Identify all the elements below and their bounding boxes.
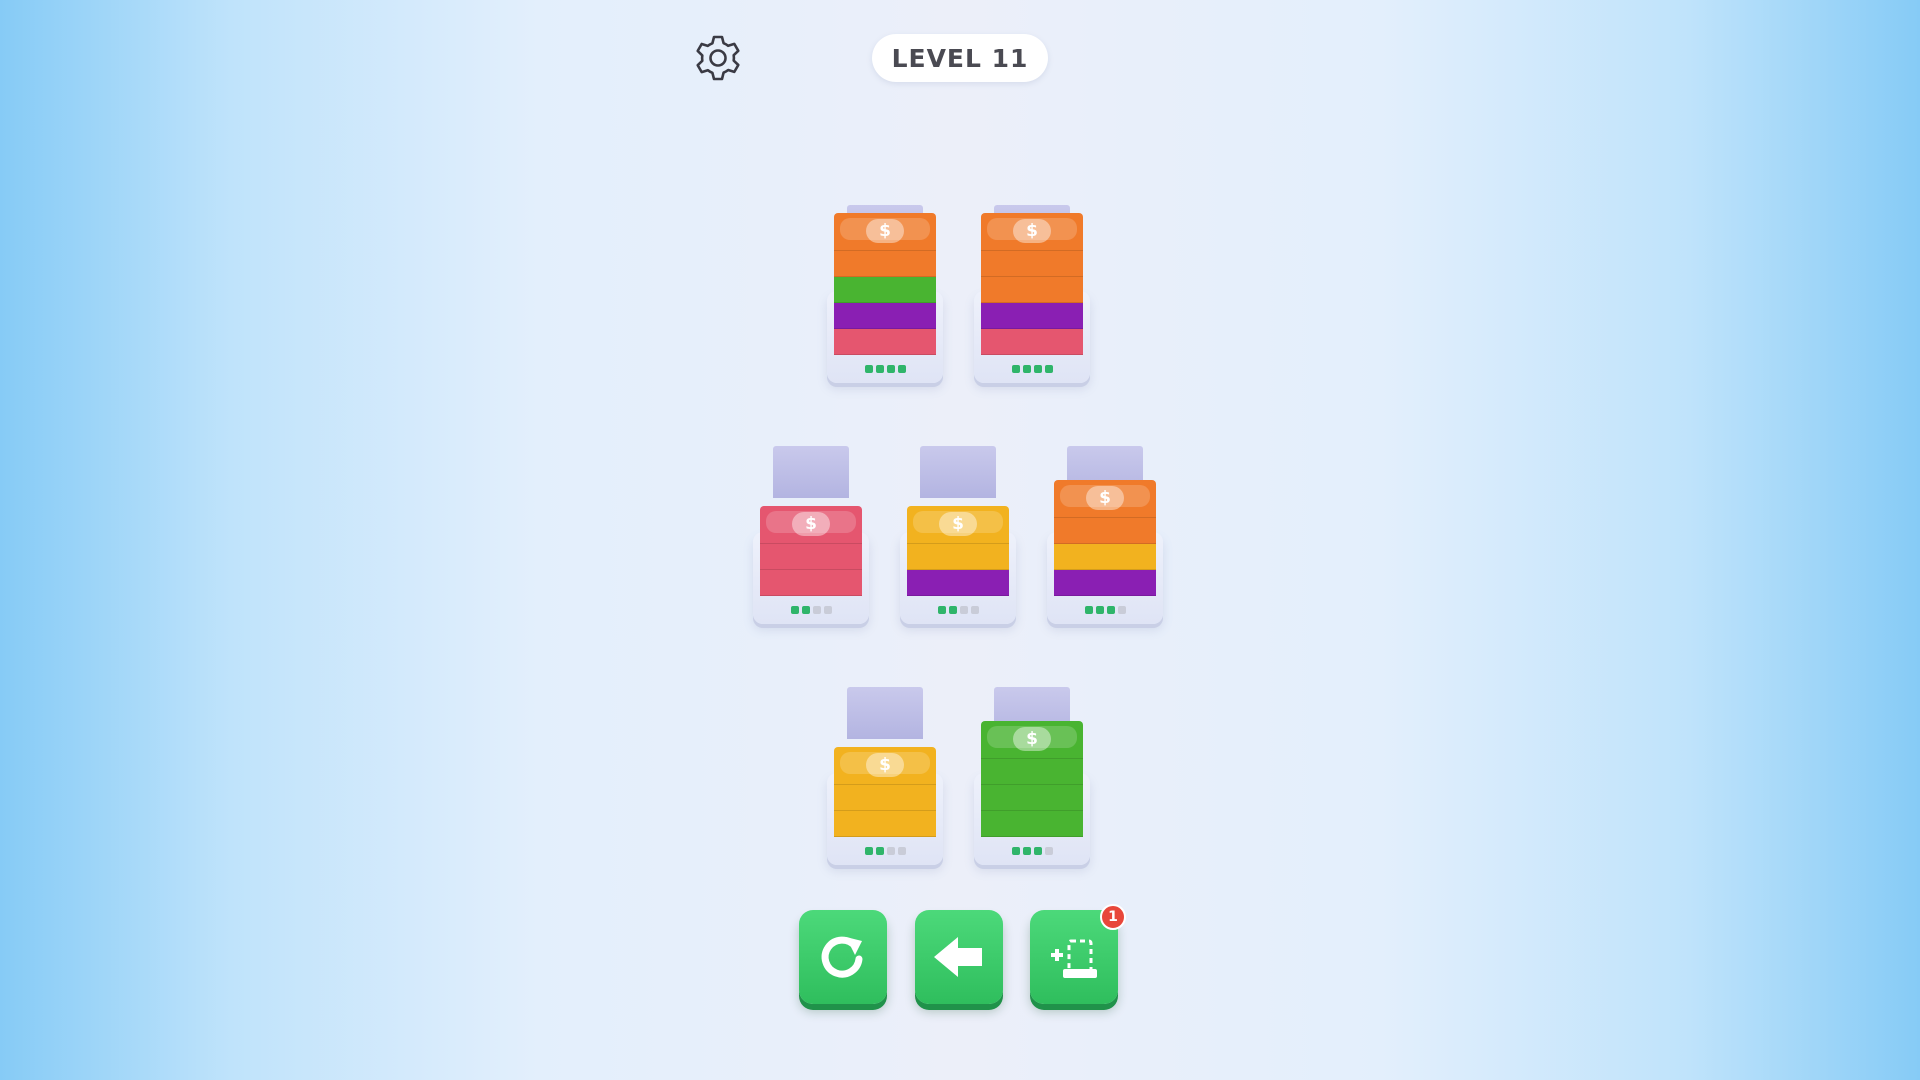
- fill-pip: [886, 365, 895, 373]
- fill-pip: [1011, 365, 1020, 373]
- bill-layer-orange: $: [981, 213, 1083, 251]
- bill-stack: $: [981, 721, 1083, 837]
- fill-pip: [959, 606, 968, 614]
- fill-indicator: [974, 365, 1090, 373]
- money-stack-2[interactable]: $: [974, 203, 1090, 383]
- dollar-sign: $: [939, 512, 977, 536]
- fill-pip: [937, 606, 946, 614]
- money-stack-4[interactable]: $: [900, 444, 1016, 624]
- fill-pip: [1106, 606, 1115, 614]
- fill-indicator: [827, 847, 943, 855]
- fill-pip: [801, 606, 810, 614]
- bill-layer-orange: [1054, 518, 1156, 544]
- bill-stack: $: [834, 747, 936, 837]
- bill-layer-purple: [907, 570, 1009, 596]
- fill-pip: [1044, 365, 1053, 373]
- bill-layer-yellow: [834, 811, 936, 837]
- restart-icon: [821, 936, 863, 978]
- bill-layer-orange: [981, 277, 1083, 303]
- stack-holder: [773, 446, 849, 498]
- bill-layer-orange: [834, 251, 936, 277]
- fill-pip: [823, 606, 832, 614]
- fill-indicator: [1047, 606, 1163, 614]
- bill-layer-purple: [1054, 570, 1156, 596]
- fill-pip: [875, 365, 884, 373]
- bill-layer-purple: [981, 303, 1083, 329]
- money-stack-3[interactable]: $: [753, 444, 869, 624]
- stack-holder: [920, 446, 996, 498]
- money-stack-7[interactable]: $: [974, 685, 1090, 865]
- bill-layer-green: [834, 277, 936, 303]
- fill-pip: [1022, 847, 1031, 855]
- stack-holder: [847, 687, 923, 739]
- bill-stack: $: [760, 506, 862, 596]
- fill-indicator: [900, 606, 1016, 614]
- money-stack-5[interactable]: $: [1047, 444, 1163, 624]
- bill-layer-orange: $: [1054, 480, 1156, 518]
- fill-pip: [970, 606, 979, 614]
- dollar-sign: $: [1013, 219, 1051, 243]
- bill-layer-yellow: [907, 544, 1009, 570]
- fill-pip: [1095, 606, 1104, 614]
- bill-layer-pink: [981, 329, 1083, 355]
- add-slot-icon: [1051, 939, 1097, 978]
- bill-stack: $: [834, 213, 936, 355]
- fill-pip: [886, 847, 895, 855]
- bill-layer-green: $: [981, 721, 1083, 759]
- money-stack-1[interactable]: $: [827, 203, 943, 383]
- money-stack-6[interactable]: $: [827, 685, 943, 865]
- bill-layer-green: [981, 785, 1083, 811]
- dollar-sign: $: [1013, 727, 1051, 751]
- bill-layer-green: [981, 759, 1083, 785]
- add-slot-badge: 1: [1100, 904, 1126, 930]
- bill-stack: $: [1054, 480, 1156, 596]
- dollar-sign: $: [792, 512, 830, 536]
- fill-pip: [790, 606, 799, 614]
- bill-layer-pink: [834, 329, 936, 355]
- fill-pip: [897, 365, 906, 373]
- fill-pip: [864, 847, 873, 855]
- fill-pip: [1022, 365, 1031, 373]
- add-slot-button[interactable]: 1: [1030, 904, 1126, 1004]
- dollar-sign: $: [866, 753, 904, 777]
- bill-layer-purple: [834, 303, 936, 329]
- bill-layer-pink: $: [760, 506, 862, 544]
- dollar-sign: $: [866, 219, 904, 243]
- bill-layer-green: [981, 811, 1083, 837]
- fill-indicator: [753, 606, 869, 614]
- bill-layer-yellow: $: [834, 747, 936, 785]
- fill-pip: [1011, 847, 1020, 855]
- fill-pip: [897, 847, 906, 855]
- bill-stack: $: [907, 506, 1009, 596]
- fill-pip: [1044, 847, 1053, 855]
- fill-pip: [812, 606, 821, 614]
- fill-indicator: [827, 365, 943, 373]
- undo-button[interactable]: [915, 910, 1003, 1004]
- fill-pip: [1033, 847, 1042, 855]
- fill-pip: [875, 847, 884, 855]
- dollar-sign: $: [1086, 486, 1124, 510]
- bill-layer-yellow: [1054, 544, 1156, 570]
- fill-pip: [1033, 365, 1042, 373]
- restart-button[interactable]: [799, 910, 887, 1004]
- bill-layer-yellow: [834, 785, 936, 811]
- bill-stack: $: [981, 213, 1083, 355]
- fill-indicator: [974, 847, 1090, 855]
- bill-layer-orange: [981, 251, 1083, 277]
- fill-pip: [1117, 606, 1126, 614]
- fill-pip: [864, 365, 873, 373]
- bill-layer-yellow: $: [907, 506, 1009, 544]
- bill-layer-orange: $: [834, 213, 936, 251]
- fill-pip: [1084, 606, 1093, 614]
- fill-pip: [948, 606, 957, 614]
- bill-layer-pink: [760, 570, 862, 596]
- bill-layer-pink: [760, 544, 862, 570]
- undo-arrow-icon: [934, 937, 982, 977]
